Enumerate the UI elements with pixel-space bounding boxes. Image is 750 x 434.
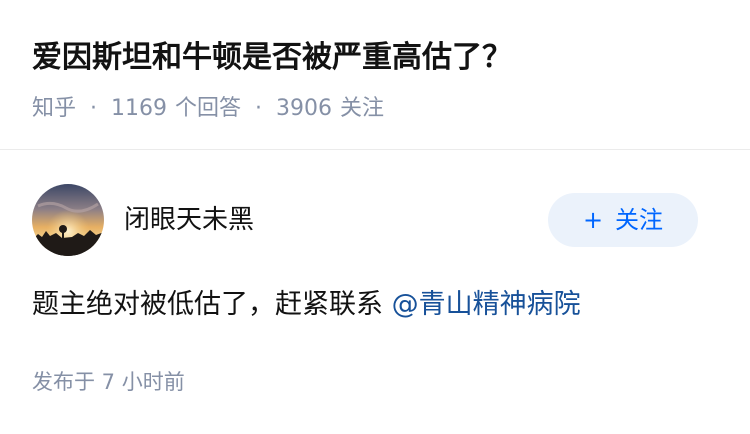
follower-count: 3906	[276, 96, 333, 121]
follow-button[interactable]: + 关注	[548, 193, 698, 247]
mention-link[interactable]: @青山精神病院	[392, 289, 581, 320]
follow-button-label: 关注	[615, 206, 664, 234]
source-label[interactable]: 知乎	[32, 92, 76, 126]
plus-icon: +	[582, 206, 604, 234]
avatar[interactable]	[32, 184, 104, 256]
follower-count-label: 关注	[340, 96, 385, 121]
sunset-photo-avatar	[32, 184, 104, 256]
publish-time: 发布于 7 小时前	[32, 370, 185, 394]
question-title[interactable]: 爱因斯坦和牛顿是否被严重高估了？	[32, 36, 512, 80]
question-meta: 知乎 · 1169 个回答 · 3906 关注	[32, 92, 384, 126]
meta-separator: ·	[255, 96, 263, 121]
answer-text: 题主绝对被低估了，赶紧联系	[32, 289, 392, 320]
answer-content: 题主绝对被低估了，赶紧联系 @青山精神病院	[32, 284, 581, 326]
author-name[interactable]: 闭眼天未黑	[124, 201, 254, 239]
question-header: 爱因斯坦和牛顿是否被严重高估了？ 知乎 · 1169 个回答 · 3906 关注	[0, 0, 750, 150]
answer-count-label[interactable]: 个回答	[175, 92, 241, 126]
meta-separator: ·	[90, 96, 98, 121]
answer-count[interactable]: 1169	[111, 92, 167, 126]
author-row: 闭眼天未黑 + 关注	[32, 184, 718, 256]
